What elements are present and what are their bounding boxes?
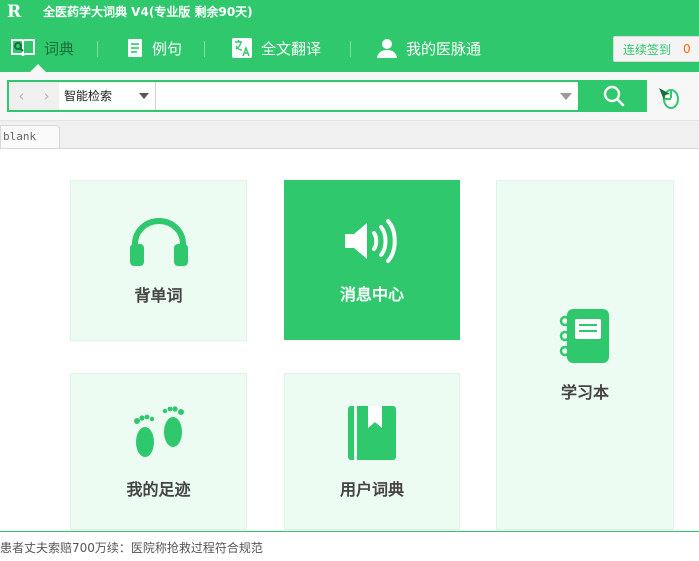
search-button[interactable] (580, 80, 647, 112)
tile-notebook[interactable]: 学习本 (496, 180, 674, 530)
nav-label: 词典 (44, 39, 75, 58)
tile-footprints[interactable]: 我的足迹 (70, 373, 247, 530)
checkin-label: 连续签到 (623, 42, 672, 57)
nav-divider (350, 41, 351, 57)
app-logo: R (7, 2, 22, 22)
search-history-dropdown-icon[interactable] (560, 93, 572, 100)
bookmark-book-icon (348, 405, 396, 460)
tile-vocabulary[interactable]: 背单词 (70, 180, 247, 341)
dictionary-icon (11, 39, 35, 57)
nav-label: 全文翻译 (261, 39, 322, 58)
checkin-button[interactable]: 连续签到 0 (613, 36, 699, 62)
active-tab-indicator (30, 64, 46, 72)
nav-examples[interactable]: 例句 (126, 24, 182, 72)
tile-label: 消息中心 (339, 285, 404, 304)
search-box: ‹ › 智能检索 (7, 80, 580, 112)
main-nav: 词典 例句 全文翻译 我的医脉通 (0, 24, 699, 72)
notebook-icon (559, 309, 609, 363)
speaker-icon (345, 219, 397, 263)
checkin-count: 0 (683, 42, 691, 56)
tab-strip: blank (0, 121, 699, 149)
mouse-lookup-button[interactable] (656, 84, 682, 110)
search-mode-label: 智能检索 (64, 89, 113, 103)
user-icon (377, 39, 397, 58)
nav-label: 例句 (152, 39, 183, 58)
title-bar: R 全医药学大词典 V4(专业版 剩余90天) (0, 0, 699, 24)
tile-label: 学习本 (560, 383, 609, 402)
nav-label: 我的医脉通 (406, 39, 482, 58)
news-ticker-link[interactable]: 患者丈夫索赔700万续：医院称抢救过程符合规范 (0, 539, 263, 556)
headphones-icon (129, 217, 188, 266)
translate-icon (232, 38, 252, 58)
tile-label: 用户词典 (339, 479, 404, 499)
footprints-icon (133, 405, 184, 457)
nav-my-medlive[interactable]: 我的医脉通 (376, 24, 481, 72)
history-arrows: ‹ › (9, 82, 59, 110)
chevron-down-icon (139, 93, 149, 99)
tile-user-dictionary[interactable]: 用户词典 (284, 373, 460, 530)
status-bar: 患者丈夫索赔700万续：医院称抢救过程符合规范 (0, 531, 699, 561)
search-input[interactable] (159, 82, 567, 110)
document-icon (128, 39, 142, 57)
tile-label: 我的足迹 (126, 479, 191, 499)
nav-divider (204, 41, 205, 57)
back-arrow-icon[interactable]: ‹ (19, 87, 25, 105)
nav-divider (97, 41, 98, 57)
mouse-pointer-icon (659, 88, 679, 109)
tile-label: 背单词 (134, 285, 183, 305)
forward-arrow-icon[interactable]: › (44, 87, 50, 105)
search-icon (603, 85, 624, 107)
search-mode-select[interactable]: 智能检索 (60, 82, 156, 110)
nav-translate[interactable]: 全文翻译 (231, 24, 321, 72)
app-title: 全医药学大词典 V4(专业版 剩余90天) (43, 5, 253, 19)
tab-blank[interactable]: blank (0, 125, 60, 148)
tile-message-center[interactable]: 消息中心 (284, 180, 460, 340)
